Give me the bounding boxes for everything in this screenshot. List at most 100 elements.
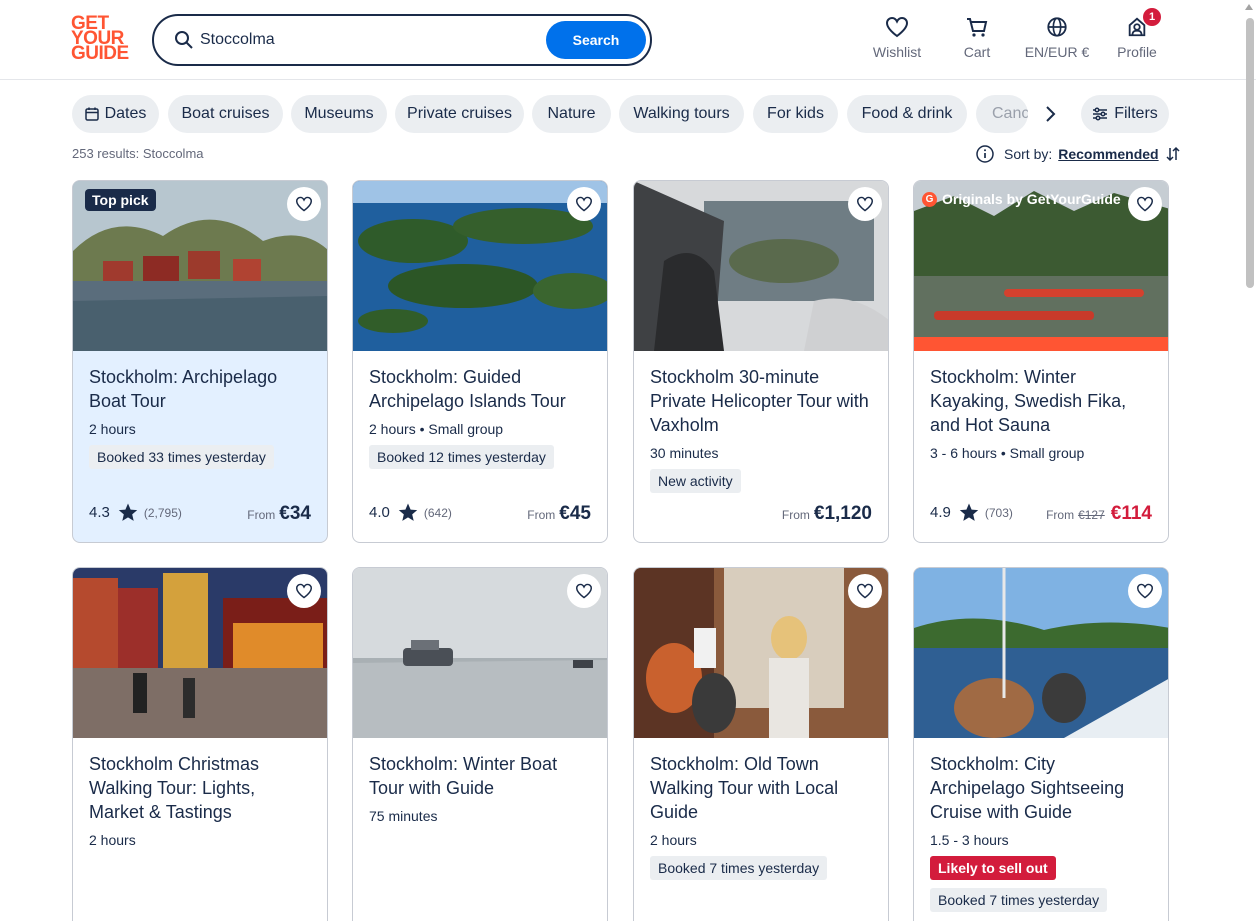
profile-link[interactable]: Profile 1 — [1097, 8, 1177, 66]
wishlist-heart-button[interactable] — [1128, 574, 1162, 608]
getyourguide-logo[interactable]: GET YOUR GUIDE — [71, 14, 131, 64]
info-icon[interactable] — [976, 145, 994, 163]
profile-label: Profile — [1117, 44, 1157, 60]
activity-card[interactable]: Top pick Stockholm: Archipelago Boat Tou… — [72, 180, 328, 543]
logo-line-3: GUIDE — [71, 43, 129, 64]
price-amount: €1,120 — [813, 503, 872, 524]
language-currency-label: EN/EUR € — [1024, 44, 1090, 60]
activity-card[interactable]: Stockholm: Winter Boat Tour with Guide 7… — [352, 567, 608, 921]
wishlist-heart-button[interactable] — [287, 187, 321, 221]
cart-link[interactable]: Cart — [937, 14, 1017, 66]
activity-duration: 2 hours — [89, 832, 136, 848]
page-scrollbar[interactable] — [1246, 18, 1254, 288]
activity-price: From €127 €114 — [1046, 503, 1152, 525]
wishlist-heart-button[interactable] — [848, 187, 882, 221]
wishlist-label: Wishlist — [872, 44, 922, 60]
activity-title[interactable]: Stockholm: City Archipelago Sightseeing … — [930, 752, 1152, 824]
activity-title[interactable]: Stockholm 30-minute Private Helicopter T… — [650, 365, 872, 437]
calendar-icon — [84, 107, 99, 121]
review-count: (703) — [984, 505, 1013, 520]
heart-icon — [1136, 583, 1154, 599]
wishlist-heart-button[interactable] — [567, 574, 601, 608]
activity-duration: 2 hours • Small group — [369, 421, 504, 437]
chip-private-cruises[interactable]: Private cruises — [395, 95, 524, 133]
chevron-right-icon[interactable] — [1038, 102, 1062, 126]
activity-title[interactable]: Stockholm: Guided Archipelago Islands To… — [369, 365, 591, 413]
activity-price: From €34 — [247, 503, 311, 525]
activity-card[interactable]: Stockholm: City Archipelago Sightseeing … — [913, 567, 1169, 921]
review-count: (2,795) — [143, 505, 182, 520]
wishlist-heart-button[interactable] — [848, 574, 882, 608]
activity-title[interactable]: Stockholm Christmas Walking Tour: Lights… — [89, 752, 311, 824]
originals-label: Originals by GetYourGuide — [942, 191, 1121, 207]
filter-chips-bar: Dates Boat cruises Museums Private cruis… — [72, 95, 1172, 133]
scrollbar-up-arrow[interactable] — [1245, 4, 1253, 10]
star-icon — [398, 503, 418, 521]
wishlist-heart-button[interactable] — [567, 187, 601, 221]
wishlist-link[interactable]: Wishlist — [857, 14, 937, 66]
wishlist-heart-button[interactable] — [287, 574, 321, 608]
sort-arrows-icon[interactable] — [1165, 146, 1181, 162]
activity-title[interactable]: Stockholm: Winter Kayaking, Swedish Fika… — [930, 365, 1152, 437]
wishlist-heart-button[interactable] — [1128, 187, 1162, 221]
activity-title[interactable]: Stockholm: Winter Boat Tour with Guide — [369, 752, 591, 800]
price-from-label: From — [781, 508, 810, 522]
new-activity-badge: New activity — [650, 469, 741, 493]
sort-value[interactable]: Recommended — [1058, 146, 1158, 162]
originals-accent-bar — [914, 337, 1168, 351]
activity-rating: 4.9 (703) — [930, 503, 1013, 522]
heart-icon — [885, 16, 909, 38]
search-input[interactable] — [200, 26, 540, 54]
activity-card[interactable]: G Originals by GetYourGuide Stockholm: W… — [913, 180, 1169, 543]
activity-card[interactable]: Stockholm: Guided Archipelago Islands To… — [352, 180, 608, 543]
search-button[interactable]: Search — [546, 21, 646, 59]
search-icon — [175, 31, 193, 49]
rating-value: 4.3 — [89, 504, 110, 521]
chip-cancellation[interactable]: Canc — [976, 95, 1028, 133]
filters-label: Filters — [1114, 105, 1158, 122]
activity-title[interactable]: Stockholm: Old Town Walking Tour with Lo… — [650, 752, 872, 824]
getyourguide-g-icon: G — [922, 191, 937, 207]
sort-label: Sort by: — [1004, 146, 1053, 162]
chip-walking-tours[interactable]: Walking tours — [619, 95, 744, 133]
activity-price: From €45 — [527, 503, 591, 525]
heart-icon — [1136, 196, 1154, 212]
activity-image: G Originals by GetYourGuide — [914, 181, 1168, 351]
activity-duration: 2 hours — [650, 832, 697, 848]
dates-chip[interactable]: Dates — [72, 95, 159, 133]
globe-icon — [1047, 17, 1067, 37]
chip-for-kids[interactable]: For kids — [753, 95, 838, 133]
search-bar: Search — [152, 14, 652, 66]
likely-to-sell-out-badge: Likely to sell out — [930, 856, 1056, 880]
heart-icon — [295, 196, 313, 212]
price-from-label: From — [247, 508, 276, 522]
activity-image — [73, 568, 327, 738]
activity-title[interactable]: Stockholm: Archipelago Boat Tour — [89, 365, 311, 413]
activity-card[interactable]: Stockholm: Old Town Walking Tour with Lo… — [633, 567, 889, 921]
top-pick-badge: Top pick — [85, 189, 156, 211]
activity-card[interactable]: Stockholm 30-minute Private Helicopter T… — [633, 180, 889, 543]
original-price: €127 — [1078, 508, 1105, 522]
chip-food-drink[interactable]: Food & drink — [847, 95, 967, 133]
filters-button[interactable]: Filters — [1081, 95, 1169, 133]
activity-rating: 4.3 (2,795) — [89, 503, 182, 522]
sliders-icon — [1093, 107, 1108, 121]
activity-image — [634, 568, 888, 738]
sort-control[interactable]: Sort by: Recommended — [976, 144, 1181, 164]
chip-nature[interactable]: Nature — [532, 95, 611, 133]
language-currency-link[interactable]: EN/EUR € — [1017, 14, 1097, 66]
activity-image — [353, 181, 607, 351]
heart-icon — [295, 583, 313, 599]
booked-badge: Booked 7 times yesterday — [650, 856, 828, 880]
activity-card[interactable]: Stockholm Christmas Walking Tour: Lights… — [72, 567, 328, 921]
review-count: (642) — [423, 505, 452, 520]
booked-badge: Booked 12 times yesterday — [369, 445, 554, 469]
price-amount: €45 — [559, 503, 591, 524]
price-from-label: From — [527, 508, 556, 522]
chip-museums[interactable]: Museums — [291, 95, 387, 133]
sale-price: €114 — [1110, 503, 1152, 524]
booked-badge: Booked 7 times yesterday — [930, 888, 1108, 912]
rating-value: 4.9 — [930, 504, 951, 521]
chip-boat-cruises[interactable]: Boat cruises — [168, 95, 283, 133]
activity-rating: 4.0 (642) — [369, 503, 452, 522]
